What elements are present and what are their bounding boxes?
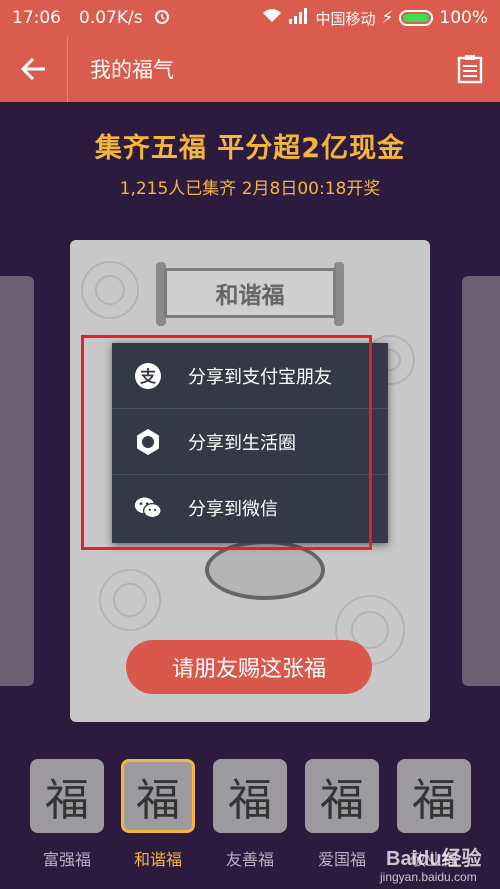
fu-glyph: 福	[45, 775, 89, 826]
fu-glyph: 福	[412, 775, 456, 826]
annotation-highlight-box	[81, 335, 372, 550]
watermark-text: Baidu经验	[386, 848, 482, 870]
fu-tile-jingye[interactable]: 福	[397, 759, 471, 833]
status-battery-percent: 100%	[439, 8, 488, 28]
fu-label: 和谐福	[133, 850, 182, 869]
signal-icon	[289, 7, 309, 29]
battery-icon	[399, 10, 434, 26]
fu-tile-youshan[interactable]: 福	[213, 759, 287, 833]
card-title: 和谐福	[164, 268, 336, 318]
alarm-icon	[153, 7, 171, 30]
fu-glyph: 福	[136, 775, 180, 826]
charging-icon: ⚡	[381, 8, 394, 28]
watermark-url: jingyan.baidu.com	[380, 870, 477, 884]
status-time: 17:06	[12, 8, 61, 28]
fu-tile-hexie[interactable]: 福	[121, 759, 195, 833]
records-button[interactable]	[440, 36, 500, 102]
page-title: 我的福气	[90, 58, 174, 82]
fu-tile-fuqiang[interactable]: 福	[30, 759, 104, 833]
back-button[interactable]	[0, 36, 68, 102]
fu-label: 友善福	[225, 850, 274, 869]
ask-friend-button[interactable]: 请朋友赐这张福	[126, 640, 372, 694]
next-card[interactable]	[462, 276, 500, 686]
fu-label: 富强福	[42, 850, 91, 869]
fu-glyph: 福	[320, 775, 364, 826]
arrow-left-icon	[20, 57, 45, 81]
promo-headline: 集齐五福 平分超2亿现金	[94, 133, 406, 164]
prev-card[interactable]	[0, 276, 34, 686]
baidu-watermark: Baidu经验 jingyan.baidu.com	[370, 838, 500, 889]
status-carrier: 中国移动	[315, 9, 376, 28]
clipboard-icon	[457, 55, 483, 84]
status-bar: 17:06 0.07K/s 中国移动 ⚡ 100%	[0, 0, 500, 36]
status-network-speed: 0.07K/s	[79, 8, 143, 28]
promo-subline: 1,215人已集齐 2月8日00:18开奖	[119, 179, 381, 199]
fu-glyph: 福	[228, 775, 272, 826]
fu-tile-aiguo[interactable]: 福	[305, 759, 379, 833]
wifi-icon	[261, 8, 283, 29]
app-bar: 我的福气	[0, 36, 500, 102]
